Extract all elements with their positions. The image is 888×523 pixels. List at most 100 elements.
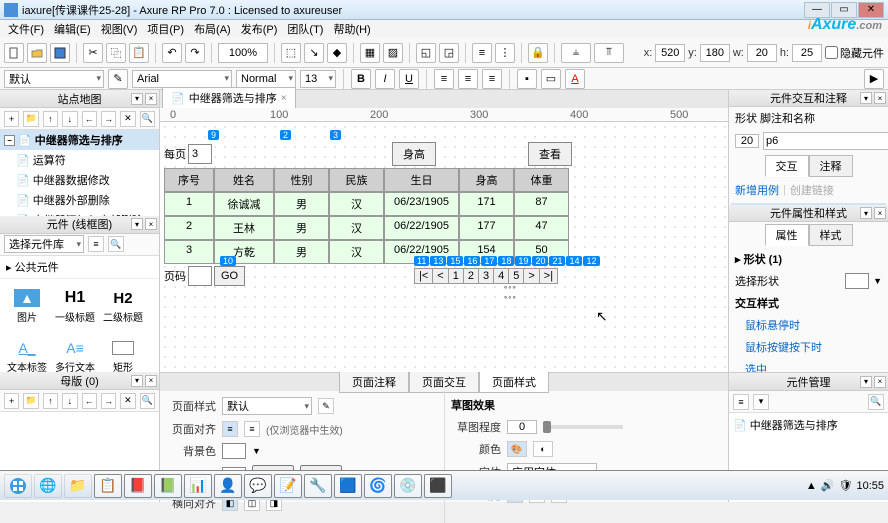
canvas[interactable]: 9 2 3 每页 身高 查看 序号 姓名 性别 民族 生日 身高 体重 (160, 122, 728, 372)
h-input[interactable] (792, 44, 822, 62)
widget-rect[interactable]: 矩形 (100, 333, 146, 373)
shape-section[interactable]: ▸ 形状 (1) (729, 248, 888, 270)
taskbar-app7[interactable]: 📝 (274, 474, 302, 498)
sketch-slider[interactable] (543, 425, 623, 429)
menu-help[interactable]: 帮助(H) (329, 19, 374, 39)
bg-color-picker[interactable] (222, 443, 246, 459)
system-tray[interactable]: ▲ 🔊 🛡 10:55 (806, 479, 884, 492)
align-l-button[interactable]: ≡ (434, 69, 454, 89)
menu-publish[interactable]: 发布(P) (237, 19, 282, 39)
menu-team[interactable]: 团队(T) (283, 19, 327, 39)
front-button[interactable]: ◱ (416, 43, 436, 63)
document-tab[interactable]: 📄中继器筛选与排序× (162, 87, 296, 108)
style-combo[interactable]: 默认 (4, 70, 104, 88)
footnote-marker[interactable]: 3 (330, 130, 341, 140)
tray-clock[interactable]: 10:55 (856, 480, 884, 492)
tray-icon[interactable]: ▲ (806, 480, 817, 492)
tab-interactions[interactable]: 交互 (765, 155, 809, 177)
widget-h1[interactable]: H1一级标题 (52, 283, 98, 331)
footnote-marker[interactable]: 9 (208, 130, 219, 140)
indent-button[interactable]: → (101, 111, 116, 127)
select-mode[interactable]: ⬚ (281, 43, 301, 63)
tab-notes[interactable]: 注释 (809, 155, 853, 177)
underline-button[interactable]: U (399, 69, 419, 89)
bold-button[interactable]: B (351, 69, 371, 89)
outdent-button[interactable]: ← (82, 111, 97, 127)
align-c-button[interactable]: ≡ (458, 69, 478, 89)
line-color[interactable]: ▭ (541, 69, 561, 89)
color-mode-color[interactable]: 🎨 (507, 441, 527, 457)
pagination-controls[interactable]: |<< 12345 >>| (414, 268, 558, 284)
taskbar-app8[interactable]: 🔧 (304, 474, 332, 498)
up-button[interactable]: ↑ (43, 111, 58, 127)
library-combo[interactable]: 选择元件库 (4, 235, 84, 253)
delete-button[interactable]: ✕ (120, 111, 135, 127)
undo-button[interactable]: ↶ (162, 43, 182, 63)
add-folder-button[interactable]: 📁 (23, 111, 38, 127)
start-button[interactable] (4, 474, 32, 498)
footnote-marker[interactable]: 2 (280, 130, 291, 140)
taskbar-app3[interactable]: 📗 (154, 474, 182, 498)
connect-mode[interactable]: ↘ (304, 43, 324, 63)
footnote-input[interactable] (735, 134, 759, 148)
align-left-button[interactable]: ⫨ (561, 43, 591, 63)
tab-page-notes[interactable]: 页面注释 (339, 371, 409, 393)
distribute-button[interactable]: ⋮ (495, 43, 515, 63)
save-button[interactable] (50, 43, 70, 63)
text-color[interactable]: A (565, 69, 585, 89)
footnote-marker[interactable]: 10 (220, 256, 236, 266)
tab-page-style[interactable]: 页面样式 (479, 371, 549, 393)
down-button[interactable]: ↓ (62, 111, 77, 127)
tray-icon[interactable]: 🛡 (839, 479, 853, 492)
paste-button[interactable]: 📋 (129, 43, 149, 63)
tab-properties[interactable]: 属性 (765, 224, 809, 246)
align-r-button[interactable]: ≡ (482, 69, 502, 89)
cut-button[interactable]: ✂ (83, 43, 103, 63)
w-input[interactable] (747, 44, 777, 62)
widget-h2[interactable]: H2二级标题 (100, 283, 146, 331)
point-mode[interactable]: ◆ (327, 43, 347, 63)
per-page-input[interactable] (188, 144, 212, 164)
taskbar-explorer[interactable]: 📁 (64, 474, 92, 498)
lib-search[interactable]: 🔍 (108, 236, 124, 252)
taskbar-app2[interactable]: 📕 (124, 474, 152, 498)
taskbar-ie[interactable]: 🌐 (34, 474, 62, 498)
resize-handle[interactable]: ◦◦◦◦◦◦ (504, 282, 517, 302)
add-page-button[interactable]: + (4, 111, 19, 127)
taskbar-app12[interactable]: ⬛ (424, 474, 452, 498)
tray-icon[interactable]: 🔊 (821, 479, 835, 492)
align-center[interactable]: ≡ (244, 421, 260, 437)
widget-group[interactable]: ▸ 公共元件 (0, 256, 159, 279)
widget-image[interactable]: ▲图片 (4, 283, 50, 331)
tree-node[interactable]: 📄中继器数据修改 (0, 170, 159, 190)
ungroup-button[interactable]: ▨ (383, 43, 403, 63)
copy-button[interactable]: ⿻ (106, 43, 126, 63)
new-button[interactable] (4, 43, 24, 63)
taskbar-app9[interactable]: 🟦 (334, 474, 362, 498)
weight-combo[interactable]: Normal (236, 70, 296, 88)
align-button[interactable]: ≡ (472, 43, 492, 63)
panel-menu-icon[interactable]: ▾ (131, 93, 143, 105)
size-combo[interactable]: 13 (300, 70, 336, 88)
tree-root[interactable]: −📄中继器筛选与排序 (0, 130, 159, 150)
taskbar-app4[interactable]: 📊 (184, 474, 212, 498)
hover-style[interactable]: 鼠标悬停时 (729, 314, 888, 336)
color-mode-gray[interactable]: ◐ (533, 441, 553, 457)
widget-paragraph[interactable]: A≡多行文本 (52, 333, 98, 373)
add-master[interactable]: + (4, 393, 19, 409)
widget-name-input[interactable] (763, 132, 888, 150)
shape-picker[interactable] (845, 273, 869, 289)
menu-project[interactable]: 项目(P) (143, 19, 188, 39)
sketch-amount[interactable] (507, 420, 537, 434)
tree-node[interactable]: 📄运算符 (0, 150, 159, 170)
preview-button[interactable]: ▶ (864, 69, 884, 89)
taskbar-app5[interactable]: 👤 (214, 474, 242, 498)
back-button[interactable]: ◲ (439, 43, 459, 63)
lib-menu[interactable]: ≡ (88, 236, 104, 252)
align-left[interactable]: ≡ (222, 421, 238, 437)
search-button[interactable]: 🔍 (140, 111, 155, 127)
tab-page-interactions[interactable]: 页面交互 (409, 371, 479, 393)
tab-style[interactable]: 样式 (809, 224, 853, 246)
paint-format[interactable]: ✎ (108, 69, 128, 89)
page-input[interactable] (188, 266, 212, 286)
